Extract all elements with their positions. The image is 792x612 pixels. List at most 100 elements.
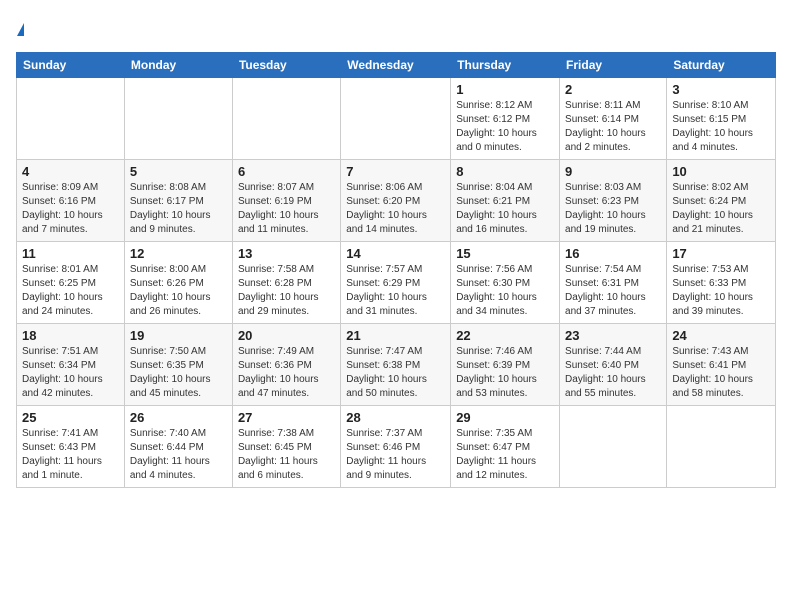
calendar-cell xyxy=(17,78,125,160)
day-number: 29 xyxy=(456,410,554,425)
logo-triangle-icon xyxy=(17,23,24,36)
calendar-week-row: 11Sunrise: 8:01 AM Sunset: 6:25 PM Dayli… xyxy=(17,242,776,324)
day-info: Sunrise: 7:44 AM Sunset: 6:40 PM Dayligh… xyxy=(565,345,661,401)
calendar-header: SundayMondayTuesdayWednesdayThursdayFrid… xyxy=(17,53,776,78)
calendar-cell: 16 Sunrise: 7:54 AM Sunset: 6:31 PM Dayli… xyxy=(560,242,667,324)
day-number: 25 xyxy=(22,410,119,425)
day-number: 20 xyxy=(238,328,335,343)
day-info: Sunrise: 8:08 AM Sunset: 6:17 PM Dayligh… xyxy=(130,181,227,237)
calendar-cell: 21 Sunrise: 7:47 AM Sunset: 6:38 PM Dayli… xyxy=(341,324,451,406)
day-number: 12 xyxy=(130,246,227,261)
weekday-header-thursday: Thursday xyxy=(451,53,560,78)
calendar-week-row: 4 Sunrise: 8:09 AM Sunset: 6:16 PM Daylig… xyxy=(17,160,776,242)
calendar-cell: 28 Sunrise: 7:37 AM Sunset: 6:46 PM Dayli… xyxy=(341,406,451,488)
day-info: Sunrise: 7:41 AM Sunset: 6:43 PM Dayligh… xyxy=(22,427,119,483)
day-info: Sunrise: 8:04 AM Sunset: 6:21 PM Dayligh… xyxy=(456,181,554,237)
day-number: 6 xyxy=(238,164,335,179)
calendar-cell: 3 Sunrise: 8:10 AM Sunset: 6:15 PM Daylig… xyxy=(667,78,776,160)
day-info: Sunrise: 7:38 AM Sunset: 6:45 PM Dayligh… xyxy=(238,427,335,483)
day-info: Sunrise: 8:02 AM Sunset: 6:24 PM Dayligh… xyxy=(672,181,770,237)
weekday-header-friday: Friday xyxy=(560,53,667,78)
weekday-header-wednesday: Wednesday xyxy=(341,53,451,78)
day-number: 28 xyxy=(346,410,445,425)
day-info: Sunrise: 7:57 AM Sunset: 6:29 PM Dayligh… xyxy=(346,263,445,319)
day-number: 4 xyxy=(22,164,119,179)
calendar-cell: 15 Sunrise: 7:56 AM Sunset: 6:30 PM Dayli… xyxy=(451,242,560,324)
day-info: Sunrise: 8:06 AM Sunset: 6:20 PM Dayligh… xyxy=(346,181,445,237)
day-number: 21 xyxy=(346,328,445,343)
weekday-header-sunday: Sunday xyxy=(17,53,125,78)
day-number: 22 xyxy=(456,328,554,343)
day-number: 1 xyxy=(456,82,554,97)
day-info: Sunrise: 8:07 AM Sunset: 6:19 PM Dayligh… xyxy=(238,181,335,237)
calendar-cell xyxy=(124,78,232,160)
calendar-week-row: 18Sunrise: 7:51 AM Sunset: 6:34 PM Dayli… xyxy=(17,324,776,406)
calendar-cell xyxy=(667,406,776,488)
day-number: 13 xyxy=(238,246,335,261)
day-number: 16 xyxy=(565,246,661,261)
day-info: Sunrise: 7:50 AM Sunset: 6:35 PM Dayligh… xyxy=(130,345,227,401)
day-number: 17 xyxy=(672,246,770,261)
day-info: Sunrise: 7:47 AM Sunset: 6:38 PM Dayligh… xyxy=(346,345,445,401)
day-info: Sunrise: 7:37 AM Sunset: 6:46 PM Dayligh… xyxy=(346,427,445,483)
day-number: 19 xyxy=(130,328,227,343)
weekday-header-tuesday: Tuesday xyxy=(232,53,340,78)
calendar-cell: 17 Sunrise: 7:53 AM Sunset: 6:33 PM Dayli… xyxy=(667,242,776,324)
day-info: Sunrise: 8:10 AM Sunset: 6:15 PM Dayligh… xyxy=(672,99,770,155)
calendar-cell: 4 Sunrise: 8:09 AM Sunset: 6:16 PM Daylig… xyxy=(17,160,125,242)
calendar-cell xyxy=(341,78,451,160)
calendar-cell: 18Sunrise: 7:51 AM Sunset: 6:34 PM Dayli… xyxy=(17,324,125,406)
calendar-cell: 1 Sunrise: 8:12 AM Sunset: 6:12 PM Daylig… xyxy=(451,78,560,160)
day-number: 14 xyxy=(346,246,445,261)
day-number: 3 xyxy=(672,82,770,97)
day-info: Sunrise: 7:54 AM Sunset: 6:31 PM Dayligh… xyxy=(565,263,661,319)
day-number: 15 xyxy=(456,246,554,261)
calendar-cell: 19 Sunrise: 7:50 AM Sunset: 6:35 PM Dayli… xyxy=(124,324,232,406)
calendar-cell: 12 Sunrise: 8:00 AM Sunset: 6:26 PM Dayli… xyxy=(124,242,232,324)
day-info: Sunrise: 7:53 AM Sunset: 6:33 PM Dayligh… xyxy=(672,263,770,319)
weekday-header-row: SundayMondayTuesdayWednesdayThursdayFrid… xyxy=(17,53,776,78)
day-number: 8 xyxy=(456,164,554,179)
day-number: 5 xyxy=(130,164,227,179)
day-info: Sunrise: 8:00 AM Sunset: 6:26 PM Dayligh… xyxy=(130,263,227,319)
calendar-week-row: 1 Sunrise: 8:12 AM Sunset: 6:12 PM Daylig… xyxy=(17,78,776,160)
calendar-cell: 7 Sunrise: 8:06 AM Sunset: 6:20 PM Daylig… xyxy=(341,160,451,242)
calendar-cell xyxy=(232,78,340,160)
page-header xyxy=(16,16,776,40)
calendar-cell: 11Sunrise: 8:01 AM Sunset: 6:25 PM Dayli… xyxy=(17,242,125,324)
calendar-cell: 8 Sunrise: 8:04 AM Sunset: 6:21 PM Daylig… xyxy=(451,160,560,242)
day-number: 2 xyxy=(565,82,661,97)
calendar-cell: 2 Sunrise: 8:11 AM Sunset: 6:14 PM Daylig… xyxy=(560,78,667,160)
day-number: 23 xyxy=(565,328,661,343)
day-info: Sunrise: 8:11 AM Sunset: 6:14 PM Dayligh… xyxy=(565,99,661,155)
calendar-cell: 5 Sunrise: 8:08 AM Sunset: 6:17 PM Daylig… xyxy=(124,160,232,242)
day-info: Sunrise: 8:03 AM Sunset: 6:23 PM Dayligh… xyxy=(565,181,661,237)
calendar-table: SundayMondayTuesdayWednesdayThursdayFrid… xyxy=(16,52,776,488)
calendar-week-row: 25 Sunrise: 7:41 AM Sunset: 6:43 PM Dayli… xyxy=(17,406,776,488)
calendar-cell: 10Sunrise: 8:02 AM Sunset: 6:24 PM Dayli… xyxy=(667,160,776,242)
day-info: Sunrise: 7:46 AM Sunset: 6:39 PM Dayligh… xyxy=(456,345,554,401)
calendar-cell: 26 Sunrise: 7:40 AM Sunset: 6:44 PM Dayli… xyxy=(124,406,232,488)
calendar-cell: 6 Sunrise: 8:07 AM Sunset: 6:19 PM Daylig… xyxy=(232,160,340,242)
calendar-cell: 27 Sunrise: 7:38 AM Sunset: 6:45 PM Dayli… xyxy=(232,406,340,488)
day-number: 26 xyxy=(130,410,227,425)
day-info: Sunrise: 7:49 AM Sunset: 6:36 PM Dayligh… xyxy=(238,345,335,401)
calendar-cell: 14 Sunrise: 7:57 AM Sunset: 6:29 PM Dayli… xyxy=(341,242,451,324)
day-number: 7 xyxy=(346,164,445,179)
day-number: 27 xyxy=(238,410,335,425)
day-info: Sunrise: 7:51 AM Sunset: 6:34 PM Dayligh… xyxy=(22,345,119,401)
day-info: Sunrise: 8:09 AM Sunset: 6:16 PM Dayligh… xyxy=(22,181,119,237)
calendar-body: 1 Sunrise: 8:12 AM Sunset: 6:12 PM Daylig… xyxy=(17,78,776,488)
calendar-cell: 25 Sunrise: 7:41 AM Sunset: 6:43 PM Dayli… xyxy=(17,406,125,488)
calendar-cell: 13Sunrise: 7:58 AM Sunset: 6:28 PM Dayli… xyxy=(232,242,340,324)
day-number: 24 xyxy=(672,328,770,343)
calendar-cell: 23 Sunrise: 7:44 AM Sunset: 6:40 PM Dayli… xyxy=(560,324,667,406)
day-number: 11 xyxy=(22,246,119,261)
day-info: Sunrise: 7:43 AM Sunset: 6:41 PM Dayligh… xyxy=(672,345,770,401)
calendar-cell: 29Sunrise: 7:35 AM Sunset: 6:47 PM Dayli… xyxy=(451,406,560,488)
day-info: Sunrise: 7:40 AM Sunset: 6:44 PM Dayligh… xyxy=(130,427,227,483)
day-info: Sunrise: 8:12 AM Sunset: 6:12 PM Dayligh… xyxy=(456,99,554,155)
calendar-cell: 9Sunrise: 8:03 AM Sunset: 6:23 PM Daylig… xyxy=(560,160,667,242)
calendar-cell: 20 Sunrise: 7:49 AM Sunset: 6:36 PM Dayli… xyxy=(232,324,340,406)
day-info: Sunrise: 7:56 AM Sunset: 6:30 PM Dayligh… xyxy=(456,263,554,319)
